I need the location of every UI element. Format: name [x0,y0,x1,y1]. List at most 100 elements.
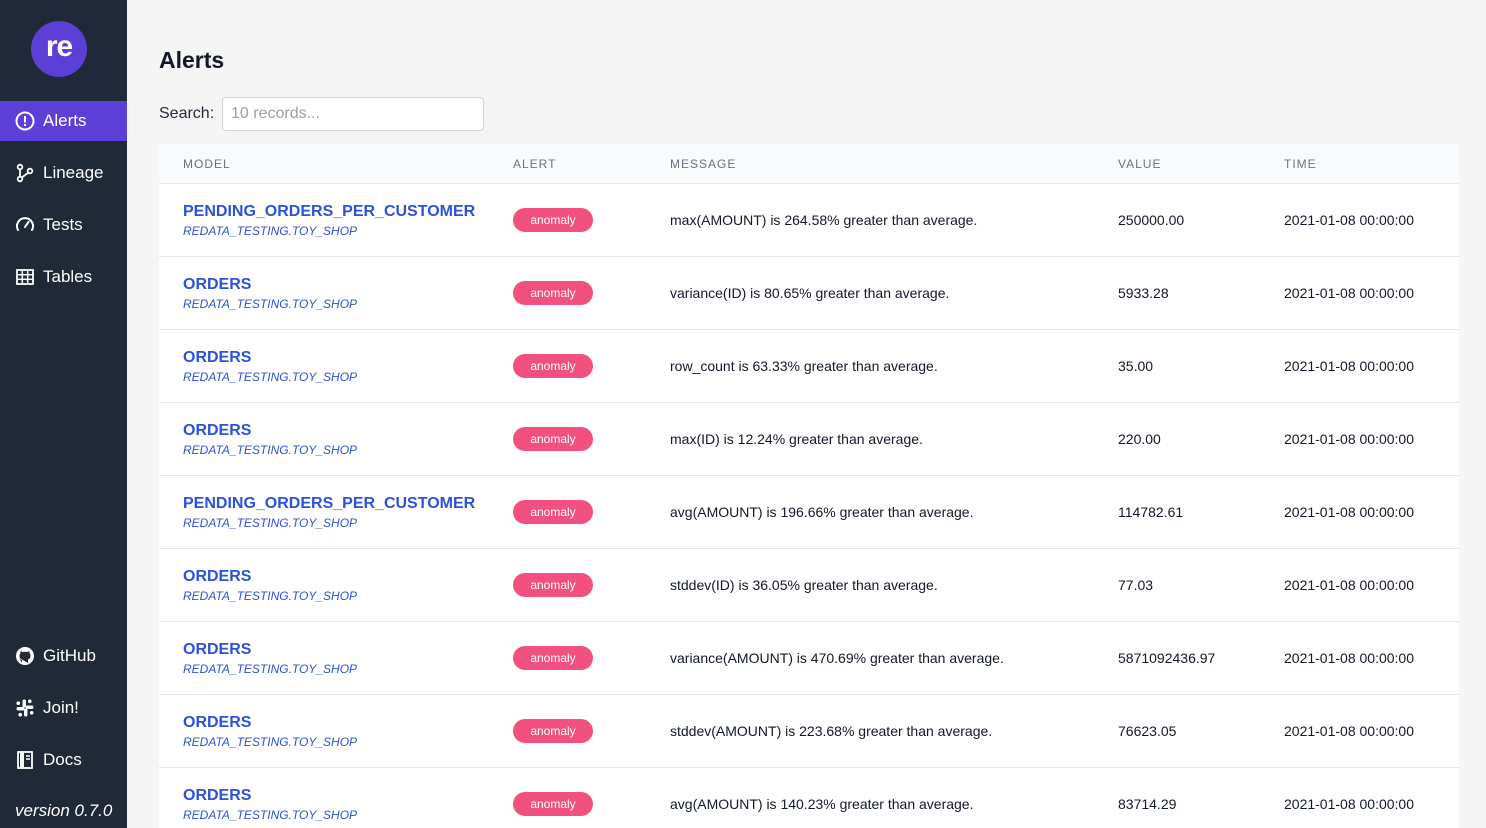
column-header-value[interactable]: VALUE [1118,157,1161,171]
model-schema: REDATA_TESTING.TOY_SHOP [183,662,358,676]
column-header-message[interactable]: MESSAGE [670,157,736,171]
model-link[interactable]: ORDERS [183,787,357,805]
model-schema: REDATA_TESTING.TOY_SHOP [183,735,358,749]
alert-time: 2021-01-08 00:00:00 [1284,431,1414,447]
sidebar-item-github[interactable]: GitHub [0,636,127,676]
alert-message: avg(AMOUNT) is 196.66% greater than aver… [670,504,974,520]
model-link[interactable]: ORDERS [183,349,357,367]
table-row: ORDERS REDATA_TESTING.TOY_SHOP anomaly r… [159,330,1459,403]
alert-value: 114782.61 [1118,504,1184,520]
model-link[interactable]: ORDERS [183,714,357,732]
model-schema: REDATA_TESTING.TOY_SHOP [183,224,358,238]
alert-message: max(ID) is 12.24% greater than average. [670,431,923,447]
model-schema: REDATA_TESTING.TOY_SHOP [183,808,358,822]
model-schema: REDATA_TESTING.TOY_SHOP [183,589,358,603]
table-row: ORDERS REDATA_TESTING.TOY_SHOP anomaly a… [159,768,1459,828]
table-row: PENDING_ORDERS_PER_CUSTOMER REDATA_TESTI… [159,184,1459,257]
sidebar-item-tests[interactable]: Tests [0,205,127,245]
gauge-icon [15,215,35,235]
alert-message: stddev(AMOUNT) is 223.68% greater than a… [670,723,993,739]
alert-badge: anomaly [513,427,593,451]
slack-icon [15,698,35,718]
alert-time: 2021-01-08 00:00:00 [1284,723,1414,739]
logo-text: re [45,30,73,63]
sidebar-item-docs[interactable]: Docs [0,740,127,780]
logo[interactable]: re [31,21,87,77]
model-schema: REDATA_TESTING.TOY_SHOP [183,370,358,384]
alert-badge: anomaly [513,792,593,816]
sidebar-item-tables[interactable]: Tables [0,257,127,297]
alert-time: 2021-01-08 00:00:00 [1284,577,1414,593]
version-label: version 0.7.0 [15,801,113,820]
model-link[interactable]: PENDING_ORDERS_PER_CUSTOMER [183,495,475,513]
model-link[interactable]: ORDERS [183,641,357,659]
alert-value: 250000.00 [1118,212,1185,228]
alert-circle-icon [15,111,35,131]
model-cell: ORDERS REDATA_TESTING.TOY_SHOP [183,714,357,749]
table-row: ORDERS REDATA_TESTING.TOY_SHOP anomaly s… [159,549,1459,622]
alert-message: avg(AMOUNT) is 140.23% greater than aver… [670,796,974,812]
alert-value: 220.00 [1118,431,1161,447]
alert-message: row_count is 63.33% greater than average… [670,358,938,374]
sidebar-item-label: Lineage [43,163,104,182]
model-cell: ORDERS REDATA_TESTING.TOY_SHOP [183,276,357,311]
table-header: MODEL ALERT MESSAGE VALUE TIME [159,144,1459,184]
search-label: Search: [159,105,215,122]
model-cell: ORDERS REDATA_TESTING.TOY_SHOP [183,787,357,822]
alert-message: variance(ID) is 80.65% greater than aver… [670,285,950,301]
alert-badge: anomaly [513,354,593,378]
model-cell: ORDERS REDATA_TESTING.TOY_SHOP [183,422,357,457]
alert-badge: anomaly [513,281,593,305]
table-row: ORDERS REDATA_TESTING.TOY_SHOP anomaly m… [159,403,1459,476]
search-input[interactable] [222,97,484,131]
model-link[interactable]: ORDERS [183,568,357,586]
alert-value: 77.03 [1118,577,1154,593]
main-content: Alerts Search: MODEL ALERT MESSAGE VALUE… [127,0,1486,828]
sidebar-item-join[interactable]: Join! [0,688,127,728]
table-icon [15,267,35,287]
model-link[interactable]: PENDING_ORDERS_PER_CUSTOMER [183,203,475,221]
alert-time: 2021-01-08 00:00:00 [1284,212,1414,228]
sidebar-item-label: GitHub [43,646,96,665]
alert-message: stddev(ID) is 36.05% greater than averag… [670,577,938,593]
model-schema: REDATA_TESTING.TOY_SHOP [183,516,358,530]
alert-value: 5871092436.97 [1118,650,1216,666]
alert-value: 76623.05 [1118,723,1177,739]
model-cell: PENDING_ORDERS_PER_CUSTOMER REDATA_TESTI… [183,495,475,530]
table-row: ORDERS REDATA_TESTING.TOY_SHOP anomaly s… [159,695,1459,768]
column-header-model[interactable]: MODEL [183,157,231,171]
alert-value: 83714.29 [1118,796,1177,812]
alert-time: 2021-01-08 00:00:00 [1284,650,1414,666]
alert-value: 5933.28 [1118,285,1169,301]
sidebar-item-lineage[interactable]: Lineage [0,153,127,193]
model-cell: ORDERS REDATA_TESTING.TOY_SHOP [183,641,357,676]
sidebar-item-label: Docs [43,750,82,769]
lineage-icon [15,163,35,183]
alert-badge: anomaly [513,208,593,232]
alert-value: 35.00 [1118,358,1154,374]
alerts-table: MODEL ALERT MESSAGE VALUE TIME PENDING_O… [159,144,1459,828]
alert-time: 2021-01-08 00:00:00 [1284,358,1414,374]
table-row: PENDING_ORDERS_PER_CUSTOMER REDATA_TESTI… [159,476,1459,549]
sidebar-item-alerts[interactable]: Alerts [0,101,127,141]
model-link[interactable]: ORDERS [183,422,357,440]
alert-time: 2021-01-08 00:00:00 [1284,285,1414,301]
model-cell: ORDERS REDATA_TESTING.TOY_SHOP [183,568,357,603]
alert-message: variance(AMOUNT) is 470.69% greater than… [670,650,1004,666]
model-schema: REDATA_TESTING.TOY_SHOP [183,443,358,457]
model-link[interactable]: ORDERS [183,276,357,294]
sidebar: re Alerts Lineage Tests Tables GitHub Jo… [0,0,127,828]
alert-time: 2021-01-08 00:00:00 [1284,504,1414,520]
alert-badge: anomaly [513,719,593,743]
sidebar-item-label: Tables [43,267,93,286]
book-icon [15,750,35,770]
table-row: ORDERS REDATA_TESTING.TOY_SHOP anomaly v… [159,257,1459,330]
column-header-alert[interactable]: ALERT [513,157,556,171]
alert-badge: anomaly [513,646,593,670]
alert-badge: anomaly [513,573,593,597]
table-row: ORDERS REDATA_TESTING.TOY_SHOP anomaly v… [159,622,1459,695]
alert-time: 2021-01-08 00:00:00 [1284,796,1414,812]
model-cell: PENDING_ORDERS_PER_CUSTOMER REDATA_TESTI… [183,203,475,238]
model-schema: REDATA_TESTING.TOY_SHOP [183,297,358,311]
column-header-time[interactable]: TIME [1284,157,1317,171]
